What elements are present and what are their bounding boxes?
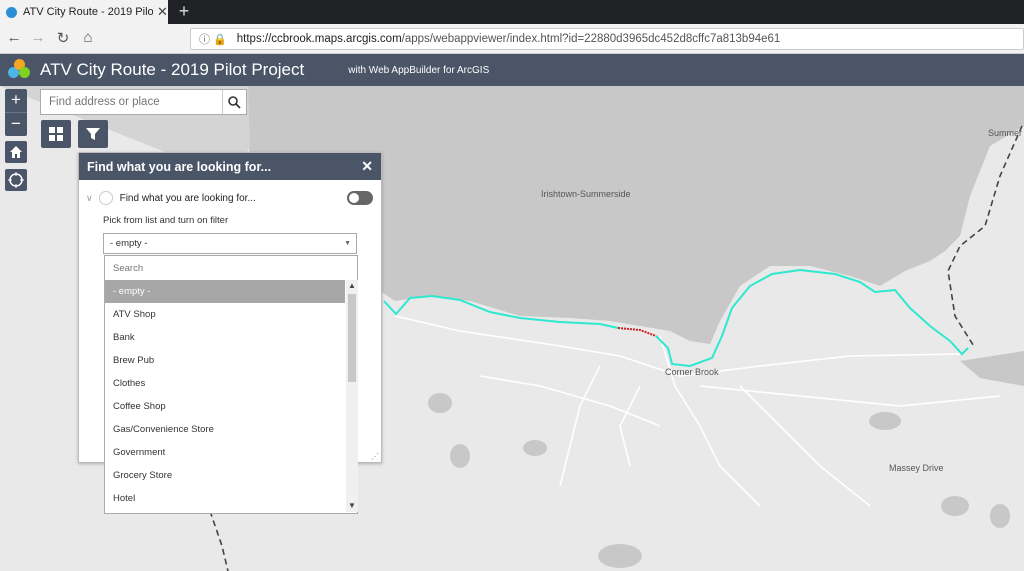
lake [450, 444, 470, 468]
dropdown-option[interactable]: Hotel [105, 487, 345, 510]
url-path: /apps/webappviewer/index.html?id=22880d3… [401, 33, 781, 45]
dropdown-option[interactable]: Gas/Convenience Store [105, 418, 345, 441]
lake [869, 412, 901, 430]
app-subtitle: with Web AppBuilder for ArcGIS [348, 64, 490, 76]
filter-label: Find what you are looking for... [119, 192, 256, 204]
atv-route-segment [617, 327, 657, 337]
panel-header: Find what you are looking for... ✕ [79, 153, 381, 180]
reload-icon[interactable]: ↻ [53, 29, 73, 47]
zoom-in-button[interactable]: + [5, 89, 27, 112]
dropdown-option[interactable]: Government [105, 441, 345, 464]
map-label-massey-drive: Massey Drive [889, 463, 944, 473]
app-header: ATV City Route - 2019 Pilot Project with… [0, 54, 1024, 86]
filter-row: ∨ Find what you are looking for... [79, 188, 381, 208]
dropdown-option[interactable]: Grocery Store [105, 464, 345, 487]
new-tab-button[interactable]: + [174, 1, 194, 22]
dropdown-option[interactable]: Coffee Shop [105, 395, 345, 418]
url-host: https://ccbrook.maps.arcgis.com [236, 33, 402, 45]
zoom-out-button[interactable]: − [5, 113, 27, 136]
chevron-down-icon[interactable]: ∨ [86, 193, 93, 204]
filter-widget-button[interactable] [78, 120, 108, 148]
map-label-summerside: Summer [988, 128, 1023, 138]
pick-instruction: Pick from list and turn on filter [103, 215, 229, 226]
filter-icon [86, 128, 100, 140]
scroll-up-icon[interactable]: ▲ [346, 280, 358, 292]
browser-tab-strip: ATV City Route - 2019 Pilot Proj ✕ + [0, 0, 1024, 24]
tab-close-icon[interactable]: ✕ [157, 4, 168, 20]
address-bar[interactable]: ⓘ 🔒 https://ccbrook.maps.arcgis.com /app… [190, 28, 1024, 50]
lake [523, 440, 547, 456]
search-icon [228, 95, 241, 109]
locate-icon [8, 172, 24, 188]
zoom-control: + − [5, 89, 27, 136]
select-value: - empty - [110, 238, 148, 249]
site-info-icon[interactable]: ⓘ 🔒 [199, 31, 227, 47]
dropdown-search [111, 260, 351, 277]
map-label-irishtown: Irishtown-Summerside [541, 189, 631, 199]
search-box [40, 89, 247, 115]
back-icon[interactable]: ← [4, 29, 24, 46]
app-title: ATV City Route - 2019 Pilot Project [40, 60, 305, 79]
tab-title: ATV City Route - 2019 Pilot Proj [23, 6, 153, 18]
browser-tab[interactable]: ATV City Route - 2019 Pilot Proj ✕ [0, 0, 168, 24]
dropdown-list: - empty - ATV Shop Bank Brew Pub Clothes… [104, 255, 358, 514]
map-label-corner-brook: Corner Brook [665, 367, 719, 377]
home-extent-button[interactable] [5, 141, 27, 163]
toggle-knob [349, 193, 359, 203]
scroll-down-icon[interactable]: ▼ [346, 500, 358, 512]
value-select[interactable]: - empty - ▼ [103, 233, 357, 254]
panel-title: Find what you are looking for... [87, 159, 272, 174]
forward-icon[interactable]: → [28, 29, 48, 46]
dropdown-option[interactable]: Bank [105, 326, 345, 349]
home-icon[interactable]: ⌂ [78, 29, 98, 46]
home-icon [10, 146, 22, 158]
rail-line [209, 510, 229, 571]
search-button[interactable] [222, 90, 246, 114]
dropdown-option[interactable]: Clothes [105, 372, 345, 395]
dropdown-search-input[interactable] [111, 260, 351, 277]
widget-grid-button[interactable] [41, 120, 71, 148]
grid-icon [49, 127, 63, 141]
favicon-icon [6, 6, 17, 18]
dropdown-arrow-icon: ▼ [344, 240, 351, 247]
my-location-button[interactable] [5, 169, 27, 191]
search-input[interactable] [41, 90, 222, 114]
filter-status-icon [98, 191, 113, 205]
filter-toggle[interactable] [347, 191, 373, 205]
dropdown-option[interactable]: Brew Pub [105, 349, 345, 372]
lake [990, 504, 1010, 528]
lake [941, 496, 969, 516]
dropdown-options: - empty - ATV Shop Bank Brew Pub Clothes… [105, 280, 345, 510]
resize-handle-icon[interactable]: ⋰ [371, 452, 379, 461]
lake [598, 544, 642, 568]
browser-toolbar: ← → ↻ ⌂ ⓘ 🔒 https://ccbrook.maps.arcgis.… [0, 24, 1024, 54]
app-logo-icon [8, 59, 30, 81]
dropdown-option[interactable]: - empty - [105, 280, 345, 303]
dropdown-option[interactable]: ATV Shop [105, 303, 345, 326]
panel-close-icon[interactable]: ✕ [361, 158, 373, 175]
lake [428, 393, 452, 413]
dropdown-scrollbar[interactable]: ▲ ▼ [346, 280, 358, 512]
scroll-thumb[interactable] [348, 294, 356, 382]
